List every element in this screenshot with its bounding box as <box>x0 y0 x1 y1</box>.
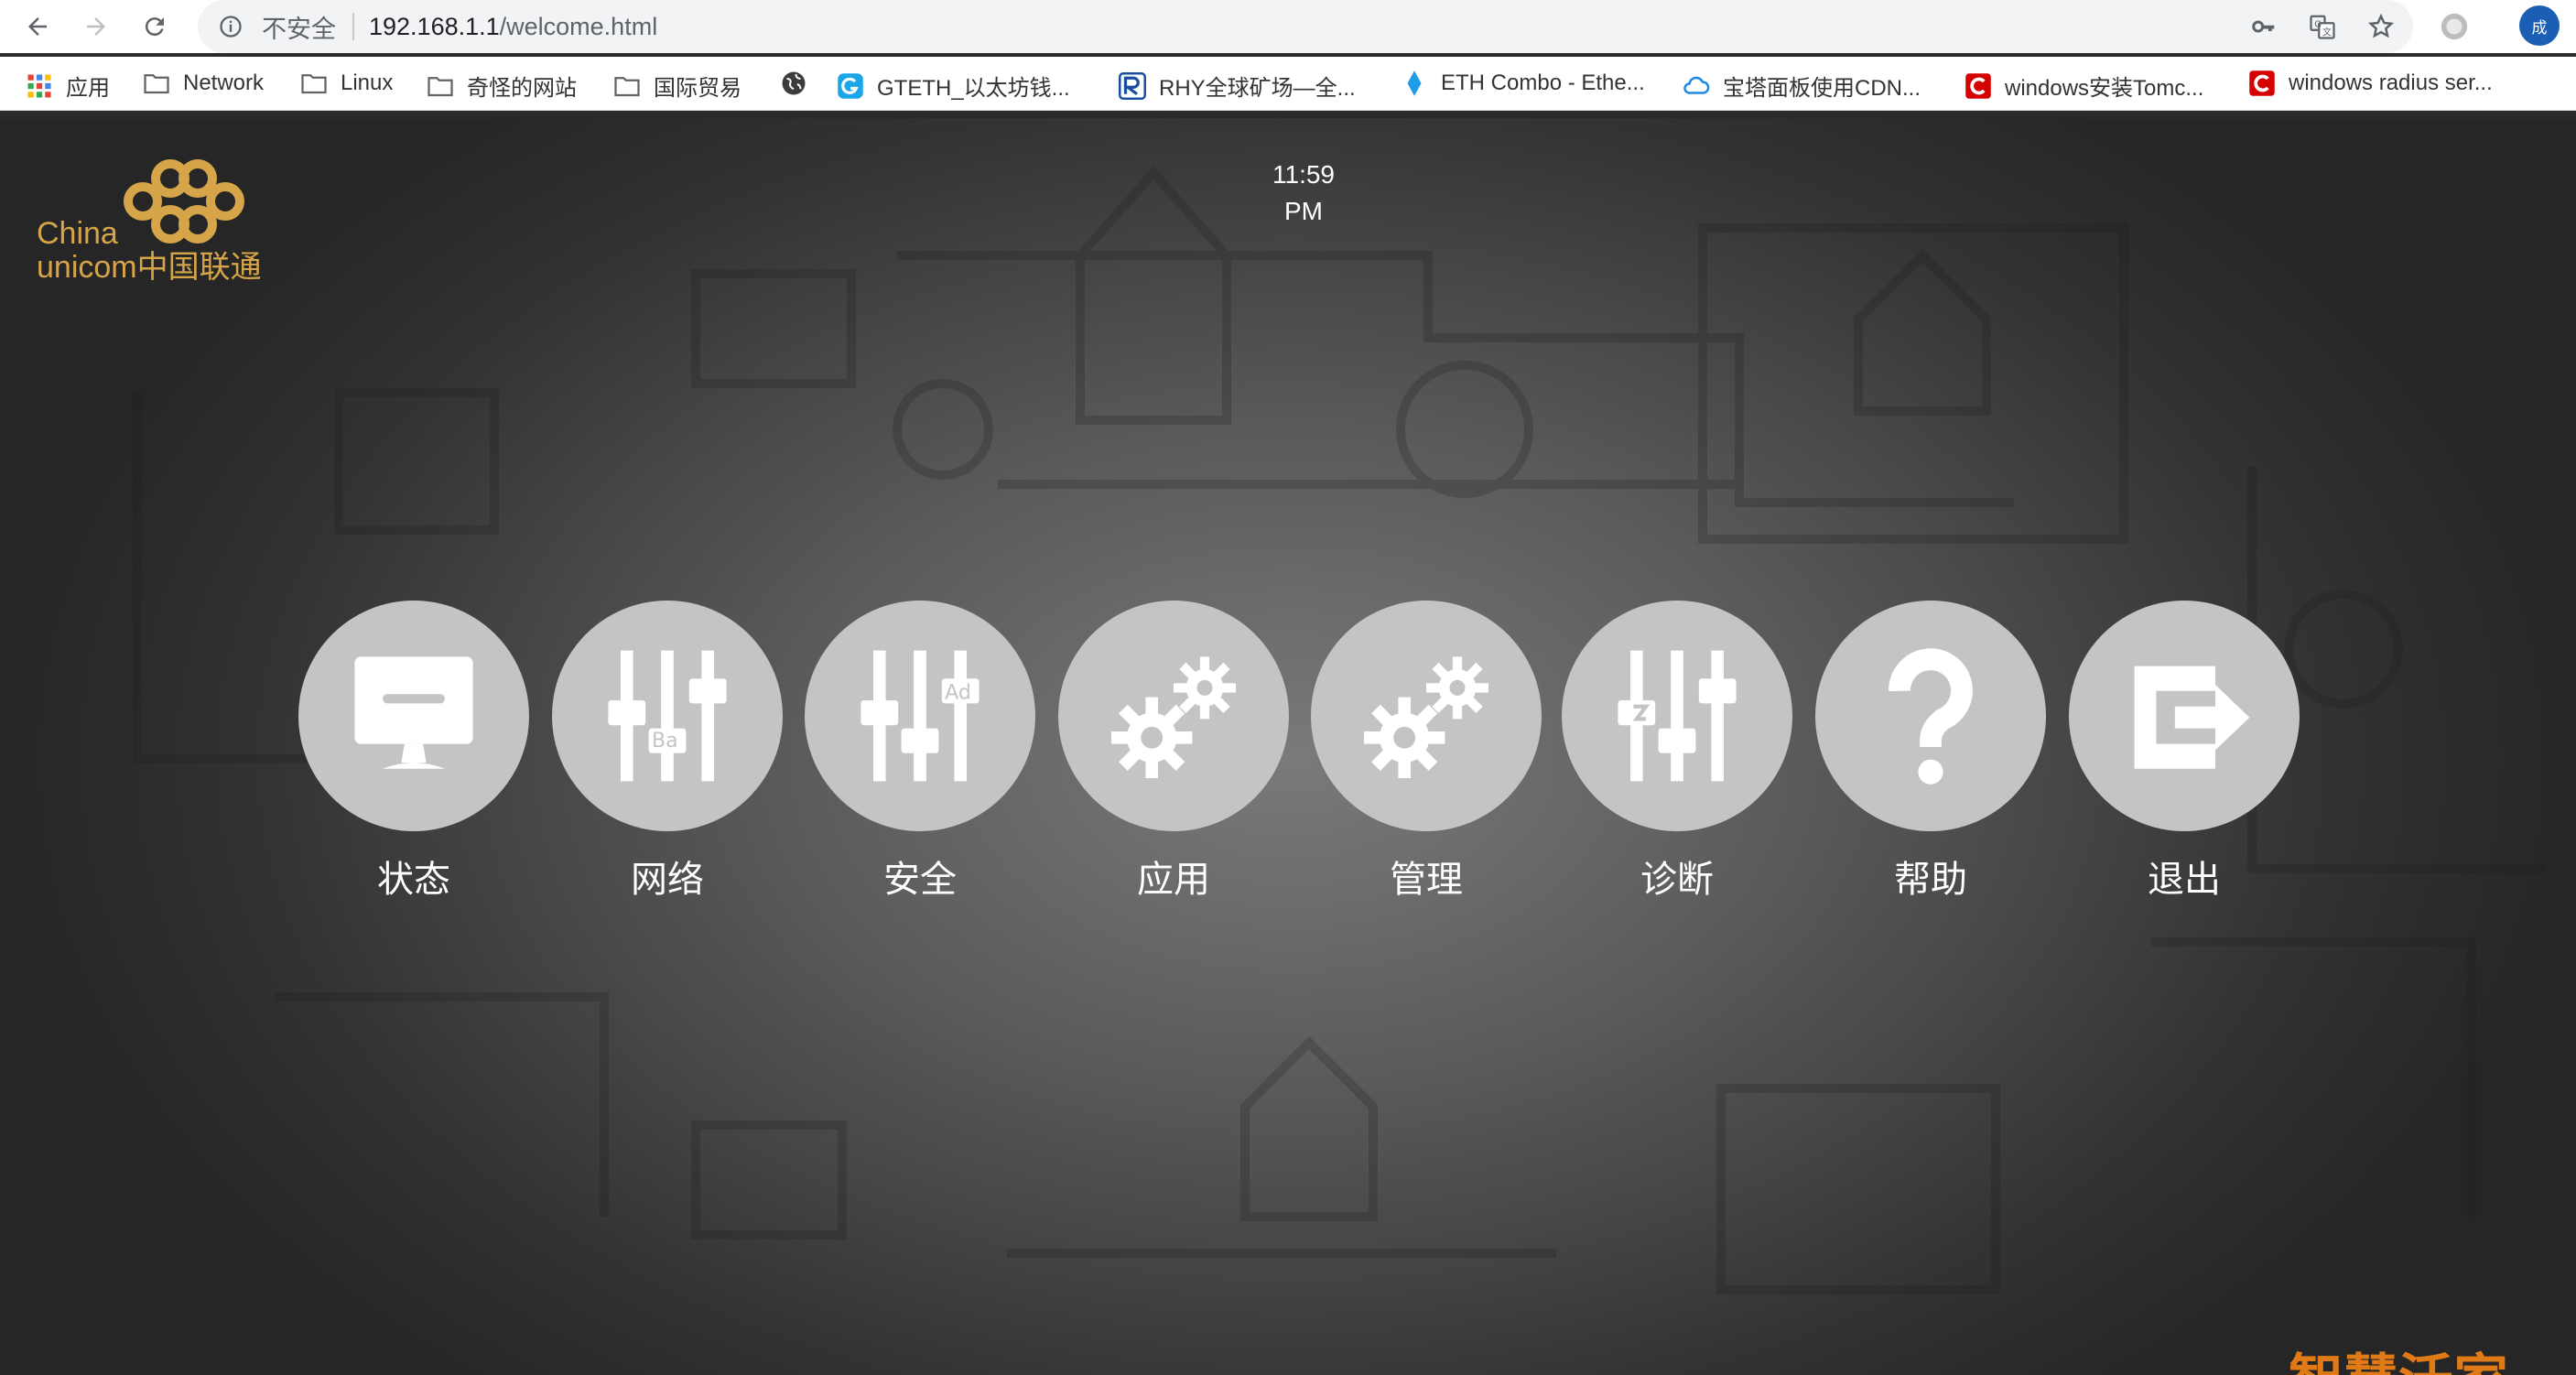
menu-circle[interactable]: Ad <box>805 601 1035 831</box>
ethereum-icon <box>1407 70 1422 96</box>
logo-wordmark-line2: unicom中国联通 <box>37 250 262 285</box>
sliders-diagnose-icon <box>1618 650 1737 782</box>
gears-icon <box>1111 656 1236 778</box>
menu-circle[interactable] <box>2069 601 2300 831</box>
menu-label: 退出 <box>2148 859 2221 901</box>
forward-button[interactable] <box>73 4 119 49</box>
key-icon[interactable] <box>2250 13 2278 40</box>
info-icon[interactable] <box>218 14 244 39</box>
menu-circle[interactable] <box>1311 601 1542 831</box>
svg-text:Ad: Ad <box>945 680 971 704</box>
router-welcome-page: China unicom中国联通 11:59 PM 状态 Ba 网络 Ad 安全… <box>0 118 2576 1375</box>
menu-label: 网络 <box>631 859 704 901</box>
bookmark-label: Network <box>183 70 265 95</box>
arrow-right-icon <box>87 17 105 36</box>
menu-logout-button[interactable]: 退出 <box>2069 601 2300 901</box>
main-menu: 状态 Ba 网络 Ad 安全 应用 管理 诊断 帮助 退出 <box>298 601 2322 901</box>
menu-label: 状态 <box>377 859 450 901</box>
bookmark-folder-linux[interactable]: Linux <box>300 70 393 97</box>
bookmark-folder-network[interactable]: Network <box>143 70 264 97</box>
menu-applications-button[interactable]: 应用 <box>1058 601 1289 901</box>
menu-label: 安全 <box>883 859 957 901</box>
bookmark-label: 国际贸易 <box>654 76 741 101</box>
bookmark-folder-trade[interactable]: 国际贸易 <box>613 70 741 102</box>
corner-brand-text: 智慧沃家 <box>2289 1336 2508 1375</box>
bookmarks-bar: 应用 Network Linux 奇怪的网站 国际贸易 GTETH_以太坊钱..… <box>0 57 2576 111</box>
cloud-icon <box>1683 76 1710 94</box>
menu-status-button[interactable]: 状态 <box>298 601 529 901</box>
question-icon <box>1889 648 1973 785</box>
bookmark-eth-combo[interactable]: ETH Combo - Ethe... <box>1401 70 1645 97</box>
menu-circle[interactable] <box>1058 601 1289 831</box>
browser-toolbar: 不安全 192.168.1.1/welcome.html G文 成 <box>0 0 2576 53</box>
address-bar-actions: G文 <box>2250 0 2395 53</box>
clock-time: 11:59 <box>1272 160 1335 189</box>
reload-button[interactable] <box>132 4 178 49</box>
reload-icon <box>145 17 164 37</box>
folder-icon <box>301 74 327 94</box>
bookmark-label: Linux <box>341 70 394 95</box>
bookmark-label: RHY全球矿场—全... <box>1159 76 1356 101</box>
profile-avatar[interactable]: 成 <box>2519 5 2560 46</box>
svg-text:Ba: Ba <box>652 729 678 752</box>
menu-label: 管理 <box>1390 859 1463 901</box>
menu-label: 应用 <box>1137 859 1210 901</box>
url-text[interactable]: 192.168.1.1/welcome.html <box>369 13 657 41</box>
menu-circle[interactable] <box>1562 601 1792 831</box>
exit-icon <box>2134 666 2250 769</box>
globe-icon <box>782 71 806 95</box>
svg-text:文: 文 <box>2322 26 2332 38</box>
menu-label: 诊断 <box>1640 859 1714 901</box>
bookmark-label: GTETH_以太坊钱... <box>877 76 1070 101</box>
bookmark-label: 奇怪的网站 <box>467 76 577 101</box>
bookmark-label: windows安装Tomc... <box>2005 76 2204 101</box>
divider <box>352 13 354 40</box>
bookmark-baota-cdn[interactable]: 宝塔面板使用CDN... <box>1683 70 1921 102</box>
bookmark-label: 宝塔面板使用CDN... <box>1723 76 1921 101</box>
sliders-advanced-icon: Ad <box>860 650 980 782</box>
svg-text:G: G <box>2314 20 2322 30</box>
g-logo-icon <box>838 72 863 99</box>
menu-circle[interactable] <box>1815 601 2046 831</box>
menu-label: 帮助 <box>1894 859 1967 901</box>
menu-circle[interactable]: Ba <box>552 601 783 831</box>
extension-icon[interactable] <box>2439 11 2470 42</box>
menu-network-button[interactable]: Ba 网络 <box>552 601 783 901</box>
menu-help-button[interactable]: 帮助 <box>1815 601 2046 901</box>
bookmark-apps[interactable]: 应用 <box>26 70 110 102</box>
gears-icon <box>1364 656 1488 778</box>
bookmark-label: ETH Combo - Ethe... <box>1441 70 1645 95</box>
monitor-icon <box>354 656 473 769</box>
clock-meridiem: PM <box>1284 197 1323 225</box>
bookmark-gteth[interactable]: GTETH_以太坊钱... <box>837 70 1070 102</box>
bookmark-globe[interactable] <box>780 70 820 97</box>
bookmark-label: windows radius ser... <box>2289 70 2493 95</box>
url-host: 192.168.1.1 <box>369 12 500 40</box>
clock: 11:59 PM <box>1258 157 1349 230</box>
folder-icon <box>144 74 169 94</box>
menu-security-button[interactable]: Ad 安全 <box>805 601 1035 901</box>
arrow-left-icon <box>28 17 47 36</box>
star-icon[interactable] <box>2367 13 2395 40</box>
bookmark-tomcat[interactable]: windows安装Tomc... <box>1964 70 2203 102</box>
folder-icon <box>428 76 453 96</box>
menu-circle[interactable] <box>298 601 529 831</box>
bookmark-rhy[interactable]: RHY全球矿场—全... <box>1119 70 1356 102</box>
security-label[interactable]: 不安全 <box>262 9 336 45</box>
rhy-logo-icon <box>1119 71 1146 100</box>
address-bar[interactable]: 不安全 192.168.1.1/welcome.html G文 <box>198 0 2413 53</box>
menu-diagnostics-button[interactable]: 诊断 <box>1562 601 1792 901</box>
back-button[interactable] <box>15 4 60 49</box>
menu-management-button[interactable]: 管理 <box>1311 601 1542 901</box>
bookmark-radius[interactable]: windows radius ser... <box>2248 70 2493 97</box>
translate-icon[interactable]: G文 <box>2309 13 2336 40</box>
apps-grid-icon <box>27 74 51 97</box>
url-path: /welcome.html <box>499 12 658 40</box>
csdn-logo-icon <box>2249 70 2275 96</box>
sliders-basic-icon: Ba <box>608 650 727 782</box>
folder-icon <box>614 76 640 96</box>
bookmark-label: 应用 <box>66 76 110 101</box>
bookmark-folder-weird-sites[interactable]: 奇怪的网站 <box>427 70 577 102</box>
csdn-logo-icon <box>1965 72 1991 99</box>
